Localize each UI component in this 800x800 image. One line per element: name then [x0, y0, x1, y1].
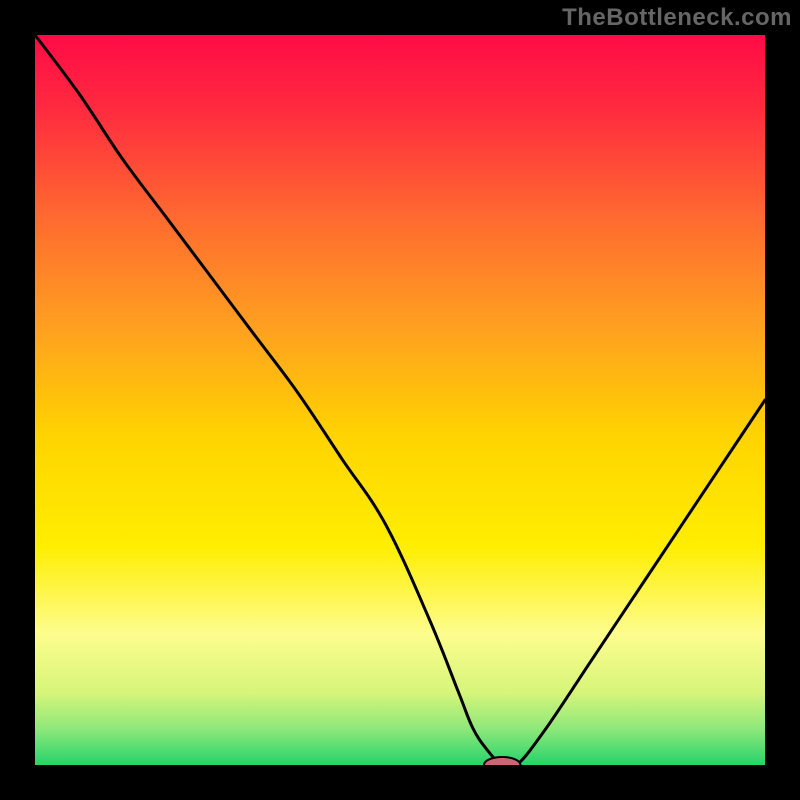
plot-area [35, 35, 765, 765]
optimal-marker [35, 35, 765, 765]
watermark-text: TheBottleneck.com [562, 4, 792, 32]
chart-frame: TheBottleneck.com [0, 0, 800, 800]
